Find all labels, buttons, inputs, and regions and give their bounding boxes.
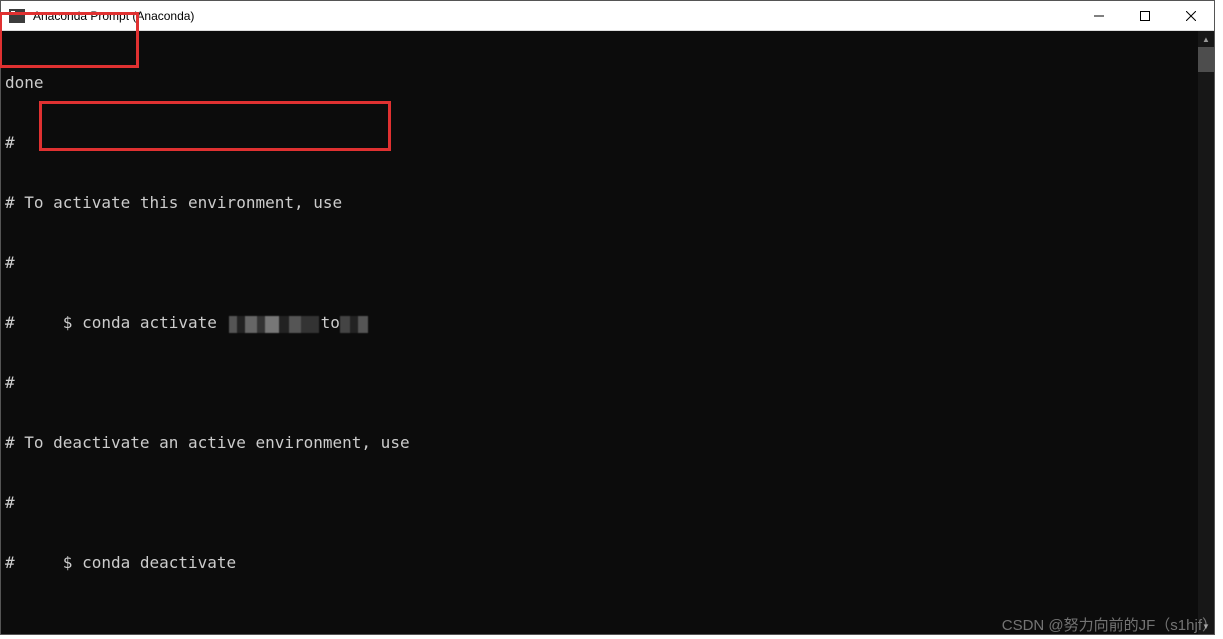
vertical-scrollbar[interactable]: ▲ ▼: [1198, 31, 1214, 634]
titlebar-left: Anaconda Prompt (Anaconda): [1, 9, 194, 23]
terminal-window: Anaconda Prompt (Anaconda) done # # To a…: [0, 0, 1215, 635]
terminal-text: to: [321, 313, 340, 332]
terminal-line: #: [5, 253, 1210, 273]
app-icon: [9, 9, 25, 23]
close-icon: [1186, 11, 1196, 21]
terminal-line: # To activate this environment, use: [5, 193, 1210, 213]
terminal-line: #: [5, 373, 1210, 393]
terminal-line: # $ conda deactivate: [5, 553, 1210, 573]
maximize-button[interactable]: [1122, 1, 1168, 30]
watermark-text: CSDN @努力向前的JF（s1hjf）: [1002, 614, 1217, 635]
redacted-env-name: [340, 316, 368, 333]
terminal-line: #: [5, 493, 1210, 513]
scroll-up-arrow-icon[interactable]: ▲: [1198, 31, 1214, 47]
minimize-button[interactable]: [1076, 1, 1122, 30]
terminal-line: done: [5, 73, 1210, 93]
terminal-line: # $ conda activate to: [5, 313, 1210, 333]
maximize-icon: [1140, 11, 1150, 21]
minimize-icon: [1094, 11, 1104, 21]
terminal-line: #: [5, 133, 1210, 153]
scrollbar-thumb[interactable]: [1198, 47, 1214, 72]
window-controls: [1076, 1, 1214, 30]
close-button[interactable]: [1168, 1, 1214, 30]
terminal-text: # $ conda activate: [5, 313, 227, 332]
redacted-env-name: [229, 316, 319, 333]
terminal-line: # To deactivate an active environment, u…: [5, 433, 1210, 453]
window-title: Anaconda Prompt (Anaconda): [33, 9, 194, 23]
terminal-output[interactable]: done # # To activate this environment, u…: [1, 31, 1214, 634]
titlebar: Anaconda Prompt (Anaconda): [1, 1, 1214, 31]
